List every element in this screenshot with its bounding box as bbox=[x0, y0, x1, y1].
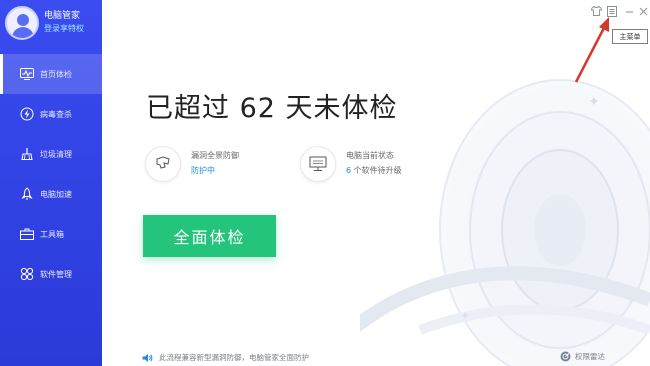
svg-text:✦: ✦ bbox=[460, 309, 470, 323]
sidebar-item-label: 病毒查杀 bbox=[40, 109, 72, 119]
sidebar-nav: 首页体检 病毒查杀 垃圾清理 电脑加速 工具箱 软件管理 bbox=[0, 54, 102, 294]
pending-count: 6 bbox=[346, 166, 352, 175]
protection-title: 漏洞全景防御 bbox=[191, 151, 239, 160]
permission-radar[interactable]: 权限雷达 bbox=[560, 347, 605, 366]
radar-icon bbox=[560, 347, 571, 366]
sidebar-item-label: 垃圾清理 bbox=[40, 149, 72, 159]
sidebar-item-checkup[interactable]: 首页体检 bbox=[0, 54, 102, 94]
sidebar-item-clean[interactable]: 垃圾清理 bbox=[0, 134, 102, 174]
login-link[interactable]: 登录享特权 bbox=[44, 23, 84, 34]
decorative-dish-graphic: ✦ ✦ bbox=[360, 79, 650, 366]
footer-tip-text[interactable]: 此流程兼容新型漏洞防御，电脑管家全面防护 bbox=[159, 352, 309, 363]
apps-grid-icon bbox=[20, 267, 34, 281]
sidebar-item-label: 电脑加速 bbox=[40, 189, 72, 199]
minimize-icon[interactable] bbox=[623, 4, 635, 18]
sidebar-item-virus[interactable]: 病毒查杀 bbox=[0, 94, 102, 134]
sidebar: 电脑管家 登录享特权 首页体检 病毒查杀 垃圾清理 电脑加速 工具箱 软件管理 bbox=[0, 0, 102, 366]
sidebar-item-software[interactable]: 软件管理 bbox=[0, 254, 102, 294]
protection-status[interactable]: 防护中 bbox=[191, 165, 215, 176]
pulse-monitor-icon bbox=[20, 67, 34, 81]
sidebar-item-toolbox[interactable]: 工具箱 bbox=[0, 214, 102, 254]
close-icon[interactable] bbox=[637, 4, 649, 18]
svg-text:✦: ✦ bbox=[588, 94, 600, 110]
checkup-headline: 已超过 62 天未体检 bbox=[146, 93, 398, 124]
full-scan-button[interactable]: 全面体检 bbox=[143, 215, 276, 257]
permission-radar-label: 权限雷达 bbox=[575, 352, 605, 361]
monitor-icon bbox=[300, 146, 336, 182]
pc-state-status[interactable]: 6 个软件待升级 bbox=[346, 165, 402, 176]
speaker-icon bbox=[142, 348, 153, 366]
rocket-icon bbox=[20, 187, 34, 201]
pc-state-title: 电脑当前状态 bbox=[346, 151, 394, 160]
toolbox-icon bbox=[20, 227, 34, 241]
sidebar-item-speedup[interactable]: 电脑加速 bbox=[0, 174, 102, 214]
pending-text: 个软件待升级 bbox=[353, 166, 402, 175]
profile-name: 电脑管家 bbox=[44, 11, 81, 21]
sidebar-item-label: 首页体检 bbox=[40, 69, 72, 79]
broom-icon bbox=[20, 147, 34, 161]
red-arrow-annotation bbox=[574, 17, 609, 83]
lightning-shield-icon bbox=[20, 107, 34, 121]
profile-area[interactable]: 电脑管家 登录享特权 bbox=[0, 0, 102, 48]
footer-tip: 此流程兼容新型漏洞防御，电脑管家全面防护 bbox=[142, 348, 309, 366]
avatar[interactable] bbox=[5, 6, 39, 40]
sidebar-item-label: 软件管理 bbox=[40, 269, 72, 279]
sidebar-item-label: 工具箱 bbox=[40, 229, 64, 239]
shield-puzzle-icon bbox=[145, 146, 181, 182]
